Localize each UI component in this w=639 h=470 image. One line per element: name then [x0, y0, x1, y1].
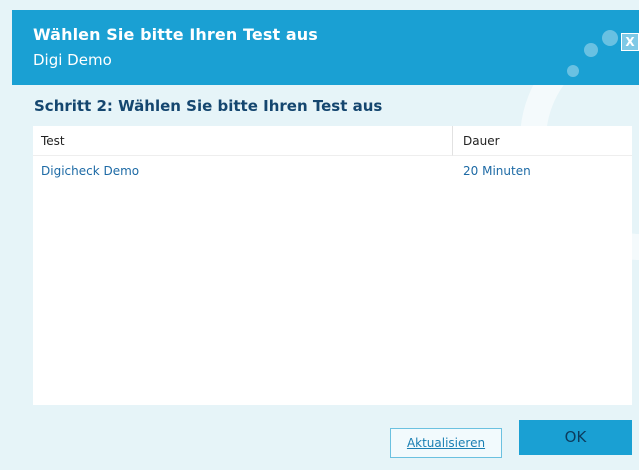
- cell-duration[interactable]: 20 Minuten: [463, 160, 531, 182]
- decoration-dot: [567, 65, 579, 77]
- ok-button[interactable]: OK: [519, 420, 632, 455]
- table-row[interactable]: Digicheck Demo 20 Minuten: [33, 160, 632, 182]
- refresh-button[interactable]: Aktualisieren: [390, 428, 502, 458]
- close-button[interactable]: X: [621, 33, 639, 51]
- decoration-dot: [584, 43, 598, 57]
- dialog-title: Wählen Sie bitte Ihren Test aus: [33, 25, 318, 44]
- decoration-dot: [602, 30, 618, 46]
- column-header-dauer[interactable]: Dauer: [453, 126, 632, 156]
- step-title: Schritt 2: Wählen Sie bitte Ihren Test a…: [34, 97, 383, 115]
- test-table: Test Dauer Digicheck Demo 20 Minuten: [33, 126, 632, 405]
- dialog-header: Wählen Sie bitte Ihren Test aus Digi Dem…: [12, 10, 639, 85]
- dialog-subtitle: Digi Demo: [33, 51, 112, 69]
- column-header-test[interactable]: Test: [33, 126, 453, 156]
- test-selection-dialog: Wählen Sie bitte Ihren Test aus Digi Dem…: [0, 0, 639, 470]
- cell-test-name[interactable]: Digicheck Demo: [41, 160, 139, 182]
